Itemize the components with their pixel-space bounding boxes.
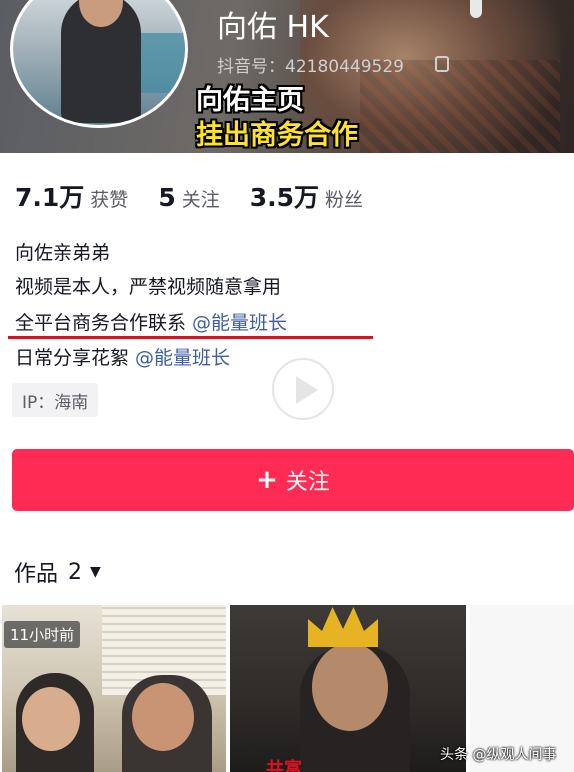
followers-label[interactable]: 粉丝 bbox=[325, 185, 363, 212]
bio-mention-link[interactable]: @能量班长 bbox=[192, 312, 287, 334]
video-thumbnail-1[interactable]: 11小时前 bbox=[2, 605, 226, 772]
bio-line-1: 向佐亲弟弟 bbox=[15, 242, 111, 264]
pin-icon bbox=[470, 0, 482, 18]
follow-button-label: 关注 bbox=[285, 470, 330, 495]
account-id: 抖音号：42180449529 bbox=[217, 57, 404, 77]
thumbnail-person-2-head bbox=[132, 683, 194, 751]
chevron-down-icon[interactable]: ▼ bbox=[90, 564, 101, 580]
copy-icon[interactable] bbox=[435, 56, 449, 72]
works-tab[interactable]: 作品 2 ▼ bbox=[14, 556, 101, 588]
play-icon bbox=[272, 358, 334, 420]
avatar-sea bbox=[133, 33, 185, 93]
bio-business-text: 全平台商务合作联系 bbox=[15, 312, 193, 334]
bio-daily-text: 日常分享花絮 bbox=[15, 347, 136, 369]
video-thumbnail-2[interactable]: 共富 bbox=[230, 605, 466, 772]
following-label[interactable]: 关注 bbox=[182, 185, 220, 212]
likes-label: 获赞 bbox=[90, 189, 129, 211]
avatar[interactable] bbox=[10, 0, 188, 128]
thumbnail-person-1-head bbox=[22, 687, 80, 751]
likes-count: 7.1万 bbox=[15, 183, 85, 212]
works-label: 作品 bbox=[14, 562, 59, 587]
overlay-caption-1: 向佑主页 bbox=[196, 85, 304, 116]
crown-icon bbox=[308, 607, 378, 647]
bio-line-2: 视频是本人，严禁视频随意拿用 bbox=[15, 276, 282, 298]
followers-count[interactable]: 3.5万 bbox=[250, 178, 319, 214]
ip-location-tag: IP：海南 bbox=[12, 383, 99, 417]
highlight-underline bbox=[8, 336, 373, 339]
bio-line-3: 全平台商务合作联系 @能量班长 bbox=[15, 308, 287, 335]
follow-button[interactable]: + 关注 bbox=[12, 449, 574, 511]
watermark: 头条 @纵观人间事 bbox=[440, 747, 557, 763]
profile-name: 向佑 HK bbox=[217, 10, 329, 45]
thumbnail-caption: 共富 bbox=[266, 759, 302, 772]
thumbnail-face bbox=[312, 643, 388, 731]
plus-icon: + bbox=[256, 465, 278, 495]
profile-stats: 7.1万 获赞 5 关注 3.5万 粉丝 bbox=[15, 178, 393, 214]
bio-mention-link-2[interactable]: @能量班长 bbox=[135, 347, 230, 369]
following-count[interactable]: 5 bbox=[158, 183, 175, 212]
profile-header: 向佑 HK 抖音号：42180449529 向佑主页 挂出商务合作 bbox=[0, 0, 574, 153]
time-badge: 11小时前 bbox=[4, 621, 81, 648]
bio-line-4: 日常分享花絮 @能量班长 bbox=[15, 343, 230, 370]
overlay-caption-2: 挂出商务合作 bbox=[196, 120, 358, 151]
works-count: 2 bbox=[68, 559, 83, 585]
